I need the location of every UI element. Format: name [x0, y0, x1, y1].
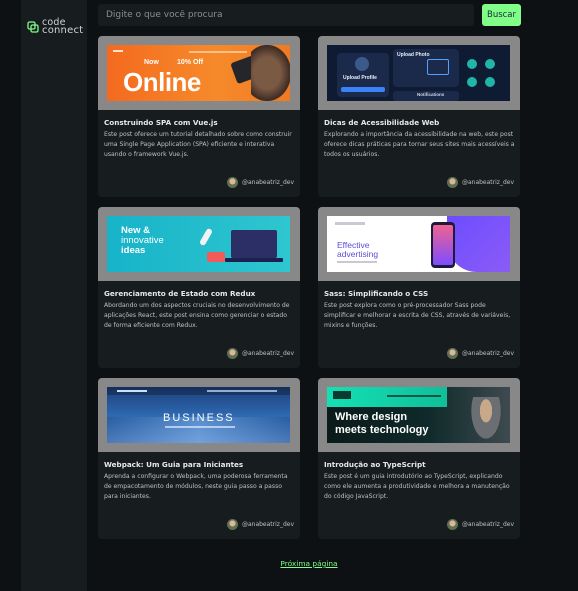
- next-page-link[interactable]: Próxima página: [280, 559, 337, 568]
- brand-wordmark: code connect: [42, 18, 84, 36]
- post-title[interactable]: Gerenciamento de Estado com Redux: [104, 289, 294, 298]
- post-thumbnail: Effective advertising: [318, 207, 520, 281]
- author-handle: @anabeatriz_dev: [461, 178, 514, 186]
- post-author[interactable]: @anabeatriz_dev: [446, 518, 514, 530]
- post-title[interactable]: Dicas de Acessibilidade Web: [324, 118, 514, 127]
- post-description: Aprenda a configurar o Webpack, uma pode…: [104, 473, 288, 500]
- avatar: [446, 176, 458, 188]
- thumbnail-image: Effective advertising: [327, 216, 510, 272]
- post-card[interactable]: Now 10% Off Online Construindo SPA com V…: [98, 36, 300, 197]
- avatar: [226, 176, 238, 188]
- author-handle: @anabeatriz_dev: [461, 520, 514, 528]
- post-author[interactable]: @anabeatriz_dev: [226, 518, 294, 530]
- thumb-text-3: Online: [123, 67, 201, 97]
- post-card[interactable]: BUSINESS Webpack: Um Guia para Iniciante…: [98, 378, 300, 539]
- thumb-text-2: advertising: [337, 249, 379, 259]
- sidebar: code connect: [21, 0, 87, 591]
- post-thumbnail: Upload Profile Upload Photo Notification…: [318, 36, 520, 110]
- post-card[interactable]: Effective advertising Sass: Simplificand…: [318, 207, 520, 368]
- search-button[interactable]: Buscar: [482, 4, 521, 26]
- post-title[interactable]: Webpack: Um Guia para Iniciantes: [104, 460, 294, 469]
- post-author[interactable]: @anabeatriz_dev: [446, 176, 514, 188]
- brand-line-2: connect: [42, 25, 84, 36]
- author-handle: @anabeatriz_dev: [461, 349, 514, 357]
- avatar: [446, 347, 458, 359]
- post-author[interactable]: @anabeatriz_dev: [226, 176, 294, 188]
- author-handle: @anabeatriz_dev: [241, 349, 294, 357]
- post-description: Abordando um dos aspectos cruciais no de…: [104, 302, 290, 329]
- pagination: Próxima página: [0, 551, 578, 570]
- brackets-logo-icon: [27, 21, 39, 33]
- post-title[interactable]: Construindo SPA com Vue.js: [104, 118, 294, 127]
- post-author[interactable]: @anabeatriz_dev: [226, 347, 294, 359]
- thumb-text-1: Where design: [335, 411, 408, 423]
- author-handle: @anabeatriz_dev: [241, 178, 294, 186]
- search-input[interactable]: [98, 4, 474, 26]
- thumb-text-1: Now: [144, 59, 159, 66]
- post-thumbnail: Where design meets technology: [318, 378, 520, 452]
- thumbnail-image: BUSINESS: [107, 387, 290, 443]
- thumb-text-1: Upload Profile: [343, 75, 377, 81]
- post-title[interactable]: Introdução ao TypeScript: [324, 460, 514, 469]
- post-description: Explorando a importância da acessibilida…: [324, 131, 515, 158]
- post-card[interactable]: Where design meets technology Introdução…: [318, 378, 520, 539]
- avatar: [226, 518, 238, 530]
- thumb-text-2: meets technology: [335, 424, 429, 436]
- thumb-text-2: 10% Off: [177, 59, 204, 66]
- post-title[interactable]: Sass: Simplificando o CSS: [324, 289, 514, 298]
- avatar: [446, 518, 458, 530]
- thumbnail-image: Now 10% Off Online: [107, 45, 290, 101]
- brand-logo[interactable]: code connect: [27, 18, 85, 41]
- thumbnail-image: New & innovative ideas: [107, 216, 290, 272]
- thumbnail-image: Upload Profile Upload Photo Notification…: [327, 45, 510, 101]
- post-description: Este post oferece um tutorial detalhado …: [104, 131, 292, 158]
- post-thumbnail: Now 10% Off Online: [98, 36, 300, 110]
- post-description: Este post explora como o pré-processador…: [324, 302, 511, 329]
- thumbnail-image: Where design meets technology: [327, 387, 510, 443]
- thumb-text-1: BUSINESS: [163, 412, 235, 424]
- post-thumbnail: New & innovative ideas: [98, 207, 300, 281]
- post-thumbnail: BUSINESS: [98, 378, 300, 452]
- post-card[interactable]: Upload Profile Upload Photo Notification…: [318, 36, 520, 197]
- post-author[interactable]: @anabeatriz_dev: [446, 347, 514, 359]
- thumb-text-3: Notifications: [417, 92, 445, 97]
- post-card[interactable]: New & innovative ideas Gerenciamento de …: [98, 207, 300, 368]
- avatar: [226, 347, 238, 359]
- thumb-text-3: ideas: [121, 245, 146, 256]
- post-description: Este post é um guia introdutório ao Type…: [324, 473, 510, 500]
- author-handle: @anabeatriz_dev: [241, 520, 294, 528]
- thumb-text-2: Upload Photo: [397, 52, 430, 58]
